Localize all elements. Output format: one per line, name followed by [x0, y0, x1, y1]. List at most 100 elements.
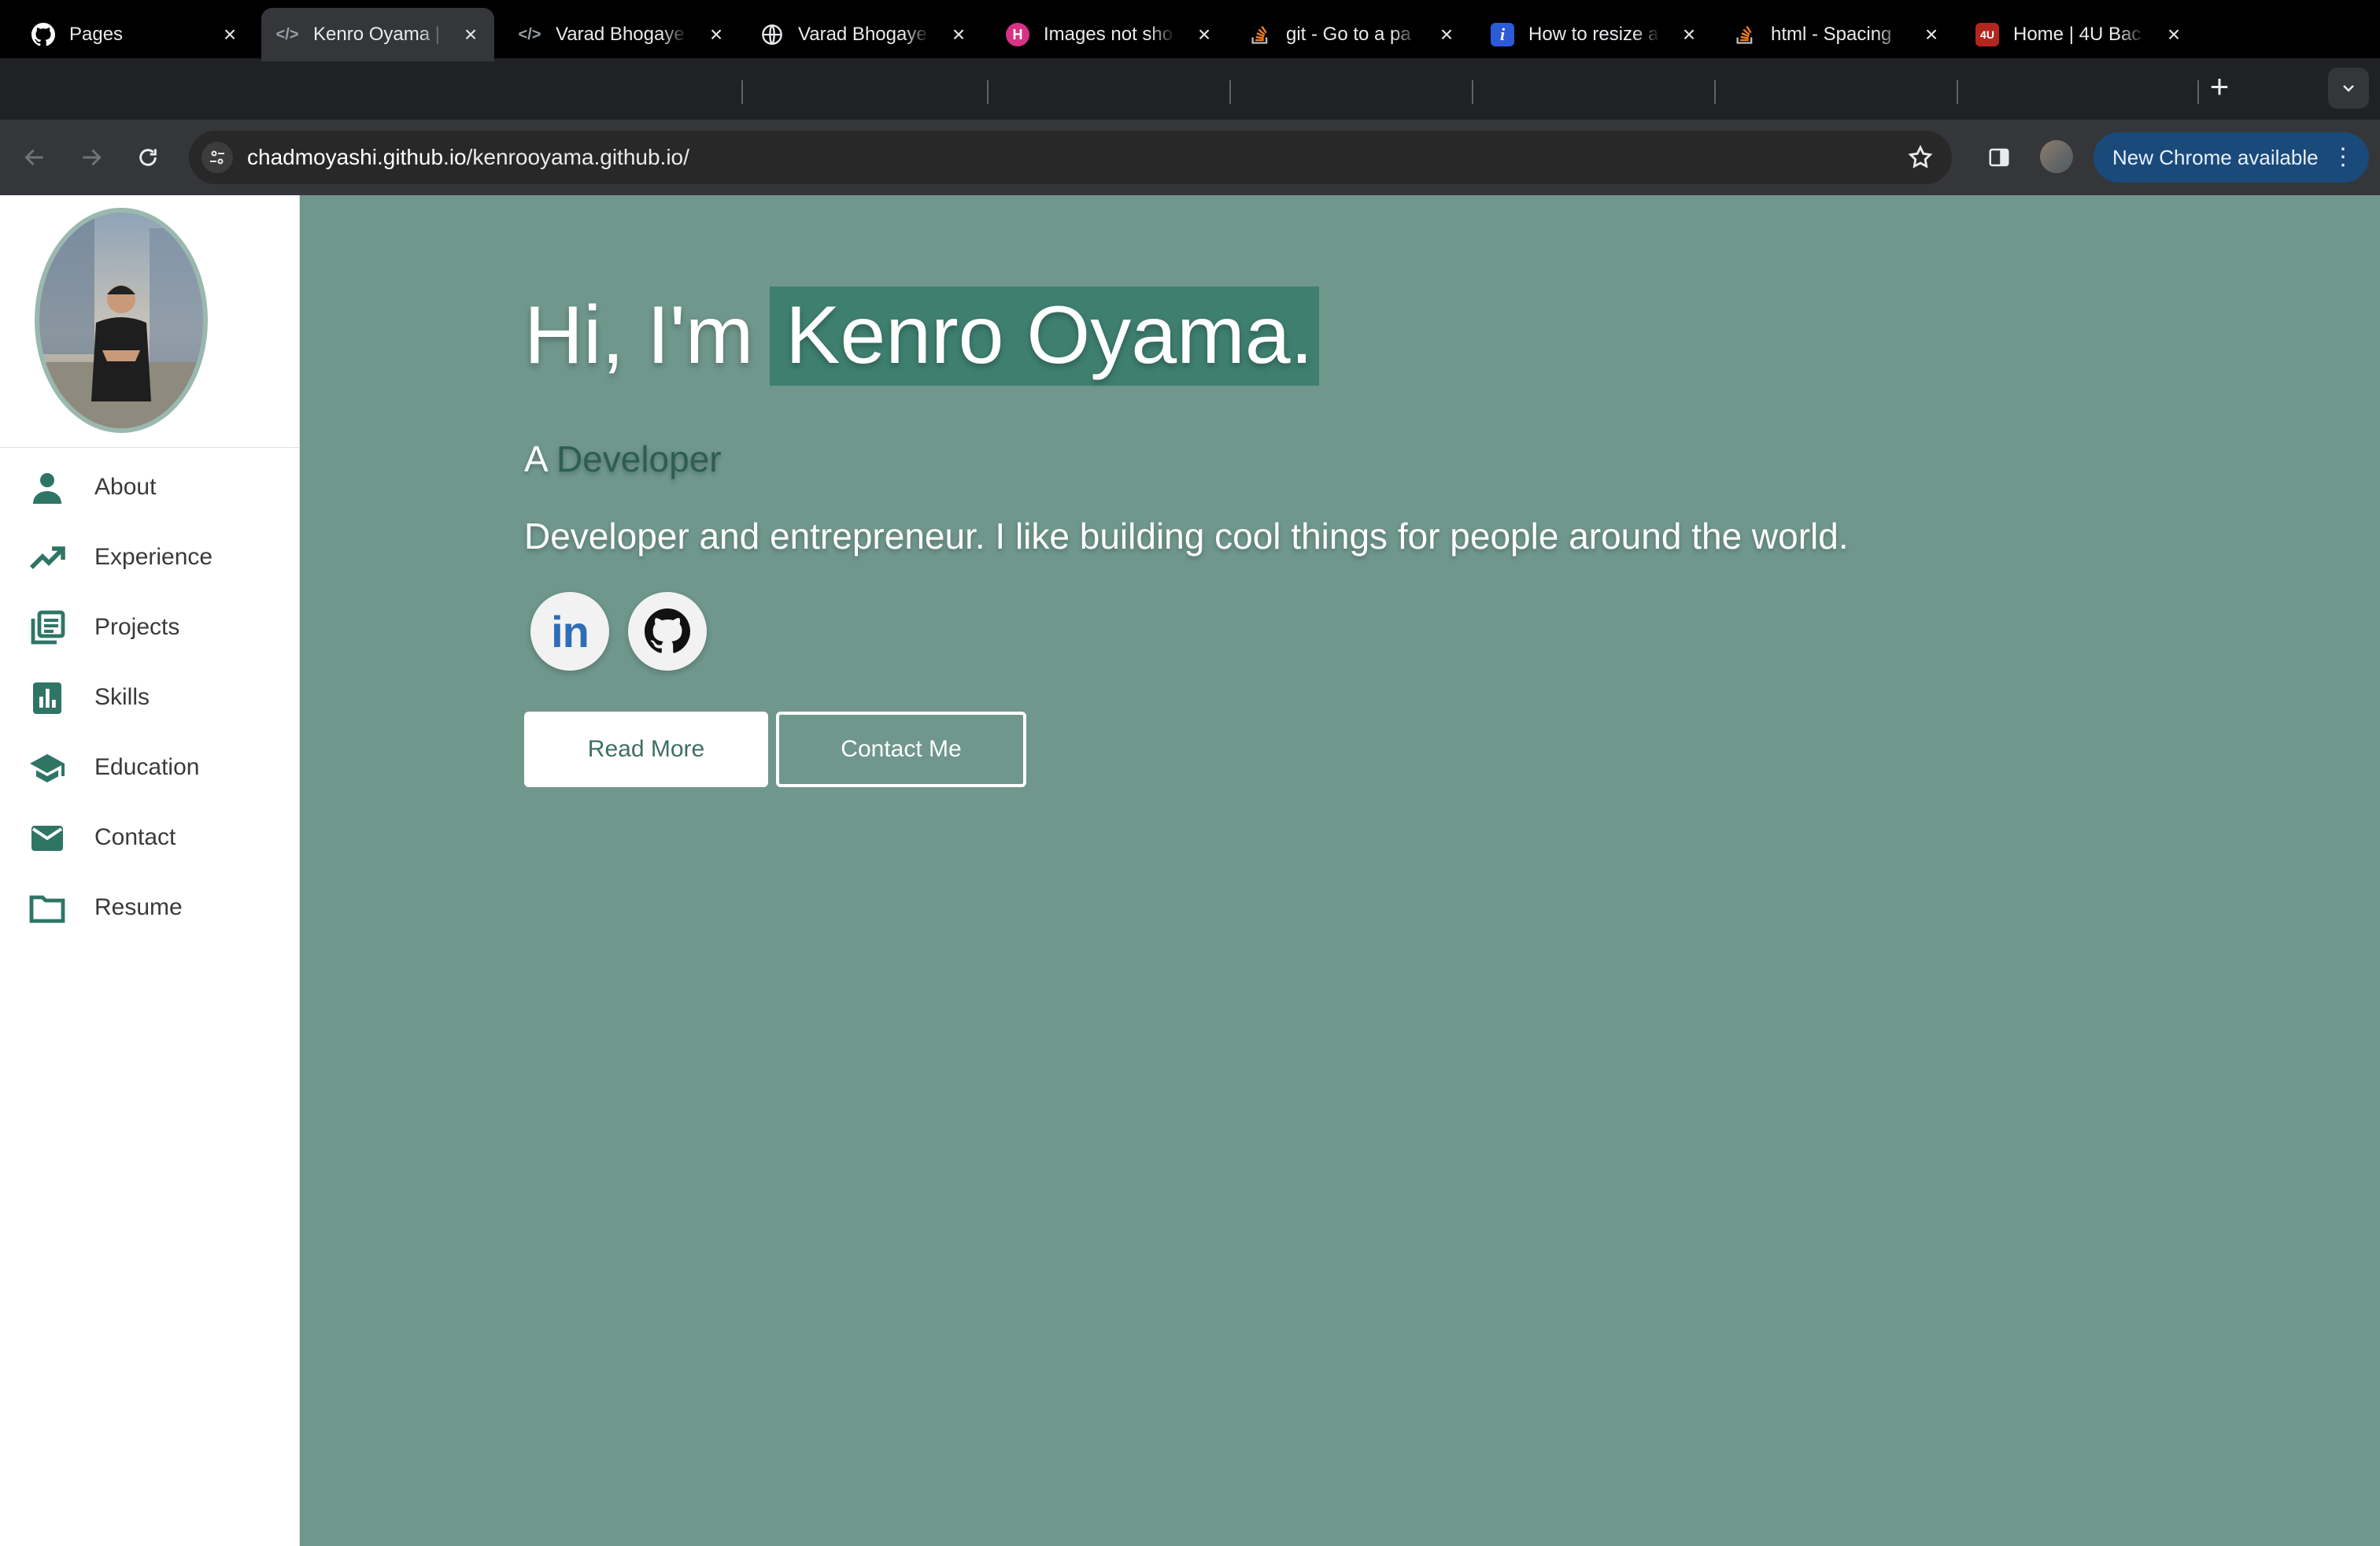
chevron-down-icon — [2343, 85, 2354, 92]
close-tab-icon[interactable]: × — [2160, 20, 2188, 49]
close-tab-icon[interactable]: × — [944, 20, 973, 49]
tab-title: Home | 4U Bac — [2013, 24, 2142, 45]
avatar[interactable] — [2040, 140, 2073, 173]
tab-separator — [2197, 80, 2199, 104]
sidebar-item-label: Projects — [94, 614, 180, 640]
side-panel-button[interactable] — [1983, 142, 2015, 173]
library-books-icon — [31, 610, 65, 645]
site-info-button[interactable] — [201, 142, 233, 173]
forward-button[interactable] — [74, 140, 109, 175]
reload-button[interactable] — [131, 140, 165, 175]
tab-separator — [1714, 80, 1716, 104]
sidebar-divider — [0, 447, 299, 448]
hero-description: Developer and entrepreneur. I like build… — [524, 516, 1849, 557]
sidebar-item-experience[interactable]: Experience — [0, 523, 299, 591]
arrow-back-icon — [24, 149, 43, 166]
school-icon — [30, 754, 65, 782]
tab-separator — [1957, 80, 1958, 104]
new-tab-button[interactable]: + — [2204, 68, 2235, 105]
tab-strip — [0, 58, 2380, 120]
back-button[interactable] — [17, 140, 52, 175]
hashnode-icon: H — [1006, 23, 1029, 46]
tab-separator — [987, 80, 989, 104]
hero-section — [0, 195, 2380, 1546]
sidebar-item-about[interactable]: About — [0, 453, 299, 521]
update-chrome-button[interactable]: New Chrome available ⋮ — [2094, 132, 2369, 183]
sidebar-item-label: Experience — [94, 544, 213, 570]
trending-up-icon — [30, 546, 65, 569]
reload-icon — [139, 149, 157, 166]
tab-git-go-to[interactable]: git - Go to a pa × — [1234, 8, 1470, 61]
url-text[interactable]: chadmoyashi.github.io/kenrooyama.github.… — [247, 142, 689, 173]
bar-chart-icon — [33, 682, 61, 714]
tab-title: Images not sho — [1044, 24, 1173, 45]
github-icon — [645, 608, 690, 653]
stackoverflow-icon — [1248, 23, 1272, 46]
sidebar-item-skills[interactable]: Skills — [0, 664, 299, 731]
tab-how-to-resize[interactable]: i How to resize a × — [1476, 8, 1713, 61]
tune-icon — [210, 150, 224, 165]
close-tab-icon[interactable]: × — [456, 20, 485, 49]
url-domain: chadmoyashi.github.io — [247, 145, 467, 169]
tab-title: Pages — [69, 24, 124, 45]
close-tab-icon[interactable]: × — [1190, 20, 1218, 49]
tab-varad-1[interactable]: </> Varad Bhogaye × — [504, 8, 740, 61]
tab-title: Varad Bhogaye — [556, 24, 685, 45]
tab-html-spacing[interactable]: html - Spacing × — [1719, 8, 1955, 61]
arrow-forward-icon — [83, 149, 102, 166]
tab-separator — [1229, 80, 1231, 104]
tab-search-button[interactable] — [2328, 68, 2369, 109]
contact-me-button[interactable]: Contact Me — [776, 712, 1026, 787]
tab-title: How to resize a — [1528, 24, 1659, 45]
globe-icon — [760, 23, 784, 46]
github-link[interactable] — [628, 592, 707, 671]
sidebar-item-contact[interactable]: Contact — [0, 804, 299, 871]
tab-home-4u[interactable]: 4U Home | 4U Bac × — [1961, 8, 2197, 61]
sidebar-item-projects[interactable]: Projects — [0, 594, 299, 661]
tab-varad-2[interactable]: Varad Bhogaye × — [746, 8, 982, 61]
url-path: /kenrooyama.github.io/ — [466, 145, 689, 169]
site-icon: 4U — [1975, 23, 1999, 46]
profile-photo — [35, 208, 208, 433]
bookmark-button[interactable] — [1905, 142, 1936, 173]
subtitle-prefix: A — [524, 438, 547, 479]
sidebar-item-label: Skills — [94, 684, 150, 710]
sidebar-item-resume[interactable]: Resume — [0, 874, 299, 941]
person-icon — [33, 473, 61, 504]
tab-separator — [1472, 80, 1473, 104]
close-tab-icon[interactable]: × — [1432, 20, 1461, 49]
more-vert-icon: ⋮ — [2331, 144, 2355, 170]
person-silhouette — [39, 213, 203, 428]
close-tab-icon[interactable]: × — [1675, 20, 1703, 49]
linkedin-link[interactable]: in — [530, 592, 609, 671]
tab-kenro-oyama[interactable]: </> Kenro Oyama | × — [261, 8, 494, 61]
hero-subtitle: A Developer — [524, 438, 722, 480]
tab-separator — [741, 80, 743, 104]
sidebar-item-label: About — [94, 474, 157, 500]
tab-title: Kenro Oyama | — [313, 24, 440, 45]
tab-pages[interactable]: Pages × — [17, 8, 253, 61]
tab-title: git - Go to a pa — [1286, 24, 1411, 45]
folder-icon — [29, 895, 65, 923]
sidebar-item-education[interactable]: Education — [0, 734, 299, 801]
tab-title: Varad Bhogaye — [798, 24, 927, 45]
close-tab-icon[interactable]: × — [702, 20, 730, 49]
code-icon: </> — [518, 25, 541, 43]
tab-images-not-showing[interactable]: H Images not sho × — [992, 8, 1228, 61]
info-icon: i — [1491, 23, 1514, 46]
linkedin-icon: in — [551, 606, 589, 656]
subtitle-role: Developer — [556, 438, 722, 479]
close-tab-icon[interactable]: × — [216, 20, 244, 49]
close-tab-icon[interactable]: × — [1917, 20, 1946, 49]
code-icon: </> — [275, 25, 299, 43]
star-icon — [1908, 144, 1933, 168]
read-more-button[interactable]: Read More — [524, 712, 768, 787]
tab-title: html - Spacing — [1771, 24, 1892, 45]
sidebar-item-label: Resume — [94, 894, 183, 920]
stackoverflow-icon — [1733, 23, 1757, 46]
hero-name: Kenro Oyama. — [785, 290, 1314, 381]
update-chrome-label: New Chrome available — [2112, 145, 2319, 169]
side-panel-icon — [1989, 148, 2009, 167]
mail-icon — [31, 826, 63, 851]
sidebar-item-label: Contact — [94, 824, 176, 850]
